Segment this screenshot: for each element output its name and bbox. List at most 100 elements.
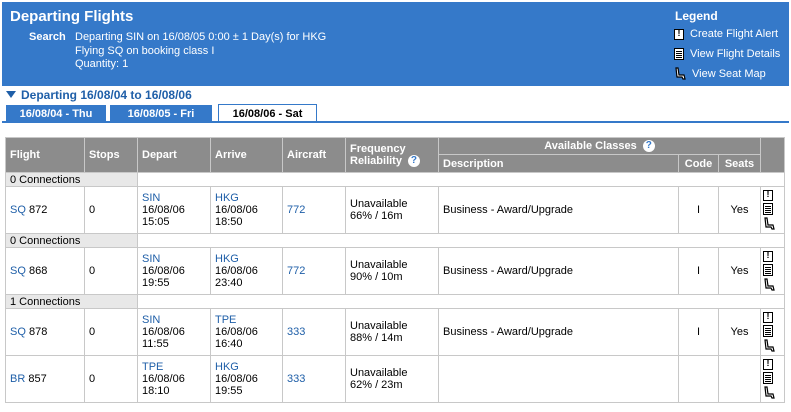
depart-date: 16/08/06: [142, 373, 185, 385]
stops-cell: 0: [84, 355, 138, 403]
airline-link[interactable]: SQ: [10, 326, 26, 338]
triangle-down-icon: [6, 91, 16, 98]
aircraft-link[interactable]: 772: [287, 204, 305, 216]
header-description: Description: [438, 154, 679, 173]
reliability-cell: Unavailable 62% / 23m: [345, 355, 439, 403]
reliability-cell: Unavailable 88% / 14m: [345, 308, 439, 356]
depart-time: 19:55: [142, 277, 170, 289]
tab-date-fri[interactable]: 16/08/05 - Fri: [110, 105, 212, 122]
class-description: Business - Award/Upgrade: [438, 186, 679, 234]
table-row: SQ 872 0 SIN 16/08/06 15:05 HKG 16/08/06 18:…: [5, 186, 785, 234]
connections-section-row: 0 Connections: [5, 172, 785, 187]
seat-icon[interactable]: [763, 278, 775, 291]
connections-section-row: 0 Connections: [5, 233, 785, 248]
seats-available: Yes: [718, 308, 761, 356]
legend-label: Create Flight Alert: [690, 28, 779, 40]
details-icon[interactable]: [763, 264, 773, 276]
connections-label: 1 Connections: [5, 294, 138, 309]
class-code: I: [678, 186, 719, 234]
aircraft-link[interactable]: 772: [287, 265, 305, 277]
details-icon[interactable]: [763, 372, 773, 384]
airline-link[interactable]: BR: [10, 373, 25, 385]
row-actions: [760, 186, 785, 234]
search-line: Departing SIN on 16/08/05 0:00 ± 1 Day(s…: [75, 31, 327, 43]
flight-cell: SQ 868: [5, 247, 85, 295]
seat-icon[interactable]: [763, 217, 775, 230]
airline-link[interactable]: SQ: [10, 265, 26, 277]
depart-time: 18:10: [142, 385, 170, 397]
arrive-airport-link[interactable]: HKG: [215, 361, 278, 373]
seat-icon[interactable]: [763, 339, 775, 352]
flight-number: 878: [28, 326, 48, 338]
aircraft-cell: 772: [282, 186, 346, 234]
frequency-value: Unavailable: [350, 198, 408, 210]
flight-cell: SQ 878: [5, 308, 85, 356]
legend-view-seat-map[interactable]: View Seat Map: [674, 67, 766, 80]
depart-cell: SIN 16/08/06 19:55: [137, 247, 211, 295]
legend-create-alert[interactable]: Create Flight Alert: [674, 28, 778, 40]
details-icon[interactable]: [763, 203, 773, 215]
help-icon[interactable]: ?: [642, 140, 655, 153]
search-summary: Departing SIN on 16/08/05 0:00 ± 1 Day(s…: [75, 31, 326, 72]
seat-icon[interactable]: [763, 386, 775, 399]
row-actions: [760, 308, 785, 356]
header-code: Code: [678, 154, 719, 173]
depart-cell: TPE 16/08/06 18:10: [137, 355, 211, 403]
row-actions: [760, 355, 785, 403]
frequency-value: Unavailable: [350, 320, 408, 332]
aircraft-link[interactable]: 333: [287, 326, 305, 338]
depart-date: 16/08/06: [142, 326, 185, 338]
help-icon[interactable]: ?: [407, 155, 420, 168]
arrive-airport-link[interactable]: TPE: [215, 314, 278, 326]
depart-time: 15:05: [142, 216, 170, 228]
departing-range-toggle[interactable]: Departing 16/08/04 to 16/08/06: [6, 88, 192, 102]
alert-icon[interactable]: [763, 189, 773, 201]
row-actions: [760, 247, 785, 295]
aircraft-link[interactable]: 333: [287, 373, 305, 385]
arrive-time: 19:55: [215, 385, 243, 397]
depart-airport-link[interactable]: SIN: [142, 314, 206, 326]
reliability-value: 88% / 14m: [350, 332, 403, 344]
header-stops: Stops: [84, 137, 138, 173]
flights-table: Flight Stops Depart Arrive Aircraft Freq…: [5, 137, 785, 403]
tab-date-thu[interactable]: 16/08/04 - Thu: [6, 105, 106, 122]
arrive-airport-link[interactable]: HKG: [215, 192, 278, 204]
arrive-cell: HKG 16/08/06 19:55: [210, 355, 283, 403]
depart-airport-link[interactable]: SIN: [142, 192, 206, 204]
search-label: Search: [29, 31, 66, 43]
arrive-date: 16/08/06: [215, 265, 258, 277]
header-frequency-label: Frequency: [350, 142, 406, 155]
details-icon: [674, 48, 684, 60]
flight-number: 857: [28, 373, 47, 385]
flight-number: 872: [28, 204, 48, 216]
reliability-cell: Unavailable 66% / 16m: [345, 186, 439, 234]
depart-date: 16/08/06: [142, 204, 185, 216]
reliability-value: 62% / 23m: [350, 379, 403, 391]
legend-label: View Seat Map: [692, 67, 766, 80]
details-icon[interactable]: [763, 325, 773, 337]
arrive-date: 16/08/06: [215, 373, 258, 385]
depart-time: 11:55: [142, 338, 169, 350]
arrive-airport-link[interactable]: HKG: [215, 253, 278, 265]
flight-cell: BR 857: [5, 355, 85, 403]
airline-link[interactable]: SQ: [10, 204, 26, 216]
reliability-value: 66% / 16m: [350, 210, 403, 222]
depart-airport-link[interactable]: TPE: [142, 361, 206, 373]
table-row: BR 857 0 TPE 16/08/06 18:10 HKG 16/08/06 19:…: [5, 355, 785, 403]
depart-airport-link[interactable]: SIN: [142, 253, 206, 265]
alert-icon[interactable]: [763, 358, 773, 370]
arrive-time: 18:50: [215, 216, 243, 228]
depart-cell: SIN 16/08/06 11:55: [137, 308, 211, 356]
search-line: Quantity: 1: [75, 58, 129, 70]
depart-cell: SIN 16/08/06 15:05: [137, 186, 211, 234]
aircraft-cell: 333: [282, 355, 346, 403]
connections-label: 0 Connections: [5, 172, 138, 187]
class-description: [438, 355, 679, 403]
table-row: SQ 868 0 SIN 16/08/06 19:55 HKG 16/08/06 23:…: [5, 247, 785, 295]
arrive-cell: HKG 16/08/06 18:50: [210, 186, 283, 234]
alert-icon[interactable]: [763, 250, 773, 262]
alert-icon[interactable]: [763, 311, 773, 323]
connections-label: 0 Connections: [5, 233, 138, 248]
class-description: Business - Award/Upgrade: [438, 247, 679, 295]
legend-view-details[interactable]: View Flight Details: [674, 48, 780, 60]
